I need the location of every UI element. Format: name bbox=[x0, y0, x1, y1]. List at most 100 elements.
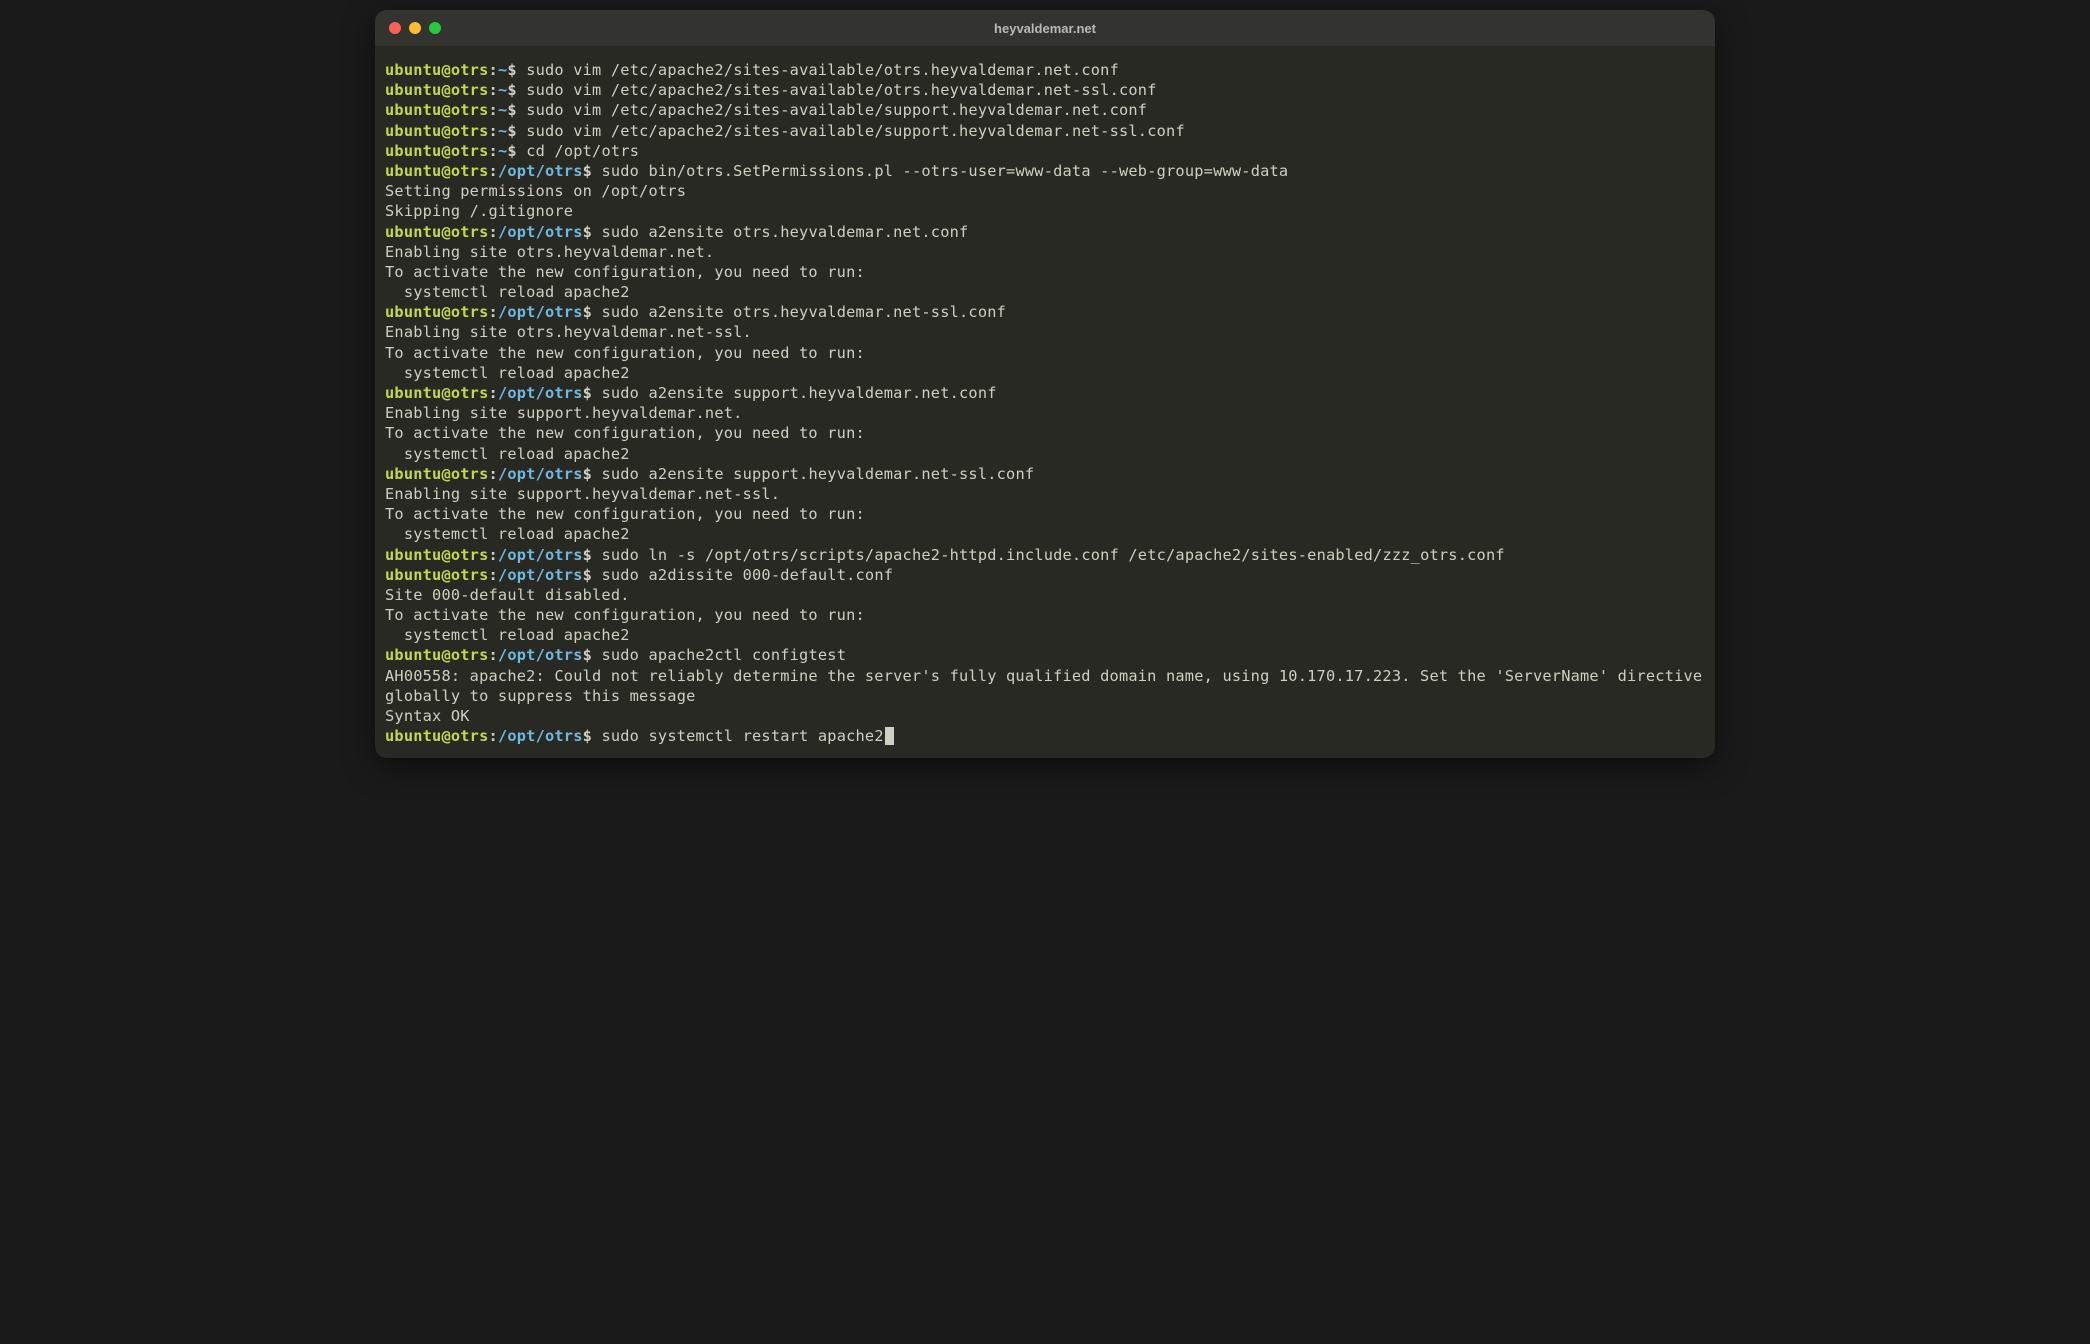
terminal-output-line: systemctl reload apache2 bbox=[385, 444, 1705, 464]
prompt-path: /opt/otrs bbox=[498, 303, 583, 321]
terminal-prompt-line: ubuntu@otrs:/opt/otrs$ sudo apache2ctl c… bbox=[385, 645, 1705, 665]
output-text: systemctl reload apache2 bbox=[385, 626, 630, 644]
prompt-path: /opt/otrs bbox=[498, 465, 583, 483]
terminal-prompt-line: ubuntu@otrs:/opt/otrs$ sudo bin/otrs.Set… bbox=[385, 161, 1705, 181]
command-text: sudo a2ensite otrs.heyvaldemar.net-ssl.c… bbox=[601, 303, 1006, 321]
terminal-window: heyvaldemar.net ubuntu@otrs:~$ sudo vim … bbox=[375, 10, 1715, 758]
titlebar: heyvaldemar.net bbox=[375, 10, 1715, 46]
output-text: To activate the new configuration, you n… bbox=[385, 424, 865, 442]
terminal-prompt-line: ubuntu@otrs:~$ sudo vim /etc/apache2/sit… bbox=[385, 121, 1705, 141]
prompt-symbol: $ bbox=[583, 223, 602, 241]
prompt-path: ~ bbox=[498, 61, 507, 79]
output-text: Site 000-default disabled. bbox=[385, 586, 630, 604]
terminal-output-line: Enabling site support.heyvaldemar.net. bbox=[385, 403, 1705, 423]
terminal-output-line: Syntax OK bbox=[385, 706, 1705, 726]
prompt-path: /opt/otrs bbox=[498, 727, 583, 745]
traffic-lights bbox=[389, 22, 441, 34]
terminal-prompt-line: ubuntu@otrs:~$ sudo vim /etc/apache2/sit… bbox=[385, 80, 1705, 100]
prompt-path: ~ bbox=[498, 81, 507, 99]
prompt-symbol: $ bbox=[583, 162, 602, 180]
command-text: sudo vim /etc/apache2/sites-available/ot… bbox=[526, 61, 1119, 79]
prompt-path: /opt/otrs bbox=[498, 384, 583, 402]
command-text: cd /opt/otrs bbox=[526, 142, 639, 160]
window-title: heyvaldemar.net bbox=[994, 21, 1096, 36]
prompt-user: ubuntu@otrs bbox=[385, 384, 489, 402]
output-text: systemctl reload apache2 bbox=[385, 525, 630, 543]
terminal-output[interactable]: ubuntu@otrs:~$ sudo vim /etc/apache2/sit… bbox=[375, 46, 1715, 758]
command-text: sudo a2dissite 000-default.conf bbox=[601, 566, 893, 584]
prompt-path: ~ bbox=[498, 101, 507, 119]
prompt-user: ubuntu@otrs bbox=[385, 223, 489, 241]
prompt-user: ubuntu@otrs bbox=[385, 61, 489, 79]
terminal-prompt-line: ubuntu@otrs:/opt/otrs$ sudo a2ensite otr… bbox=[385, 222, 1705, 242]
prompt-symbol: $ bbox=[583, 546, 602, 564]
command-text: sudo vim /etc/apache2/sites-available/su… bbox=[526, 101, 1147, 119]
prompt-symbol: $ bbox=[507, 101, 526, 119]
prompt-user: ubuntu@otrs bbox=[385, 142, 489, 160]
terminal-output-line: systemctl reload apache2 bbox=[385, 524, 1705, 544]
terminal-prompt-line: ubuntu@otrs:/opt/otrs$ sudo a2ensite sup… bbox=[385, 464, 1705, 484]
prompt-symbol: $ bbox=[583, 727, 602, 745]
output-text: systemctl reload apache2 bbox=[385, 445, 630, 463]
terminal-output-line: systemctl reload apache2 bbox=[385, 282, 1705, 302]
terminal-output-line: systemctl reload apache2 bbox=[385, 625, 1705, 645]
prompt-symbol: $ bbox=[583, 465, 602, 483]
prompt-symbol: $ bbox=[583, 384, 602, 402]
prompt-user: ubuntu@otrs bbox=[385, 303, 489, 321]
prompt-user: ubuntu@otrs bbox=[385, 566, 489, 584]
prompt-path: /opt/otrs bbox=[498, 546, 583, 564]
prompt-symbol: $ bbox=[507, 122, 526, 140]
prompt-user: ubuntu@otrs bbox=[385, 646, 489, 664]
prompt-user: ubuntu@otrs bbox=[385, 727, 489, 745]
prompt-symbol: $ bbox=[583, 646, 602, 664]
output-text: Enabling site otrs.heyvaldemar.net-ssl. bbox=[385, 323, 752, 341]
output-text: Skipping /.gitignore bbox=[385, 202, 573, 220]
terminal-output-line: Enabling site otrs.heyvaldemar.net-ssl. bbox=[385, 322, 1705, 342]
terminal-prompt-line: ubuntu@otrs:/opt/otrs$ sudo ln -s /opt/o… bbox=[385, 545, 1705, 565]
terminal-output-line: To activate the new configuration, you n… bbox=[385, 504, 1705, 524]
terminal-prompt-line: ubuntu@otrs:~$ sudo vim /etc/apache2/sit… bbox=[385, 60, 1705, 80]
output-text: Enabling site support.heyvaldemar.net-ss… bbox=[385, 485, 780, 503]
command-text: sudo bin/otrs.SetPermissions.pl --otrs-u… bbox=[601, 162, 1288, 180]
command-text: sudo a2ensite support.heyvaldemar.net.co… bbox=[601, 384, 996, 402]
prompt-symbol: $ bbox=[507, 61, 526, 79]
terminal-prompt-line: ubuntu@otrs:/opt/otrs$ sudo a2ensite sup… bbox=[385, 383, 1705, 403]
prompt-user: ubuntu@otrs bbox=[385, 81, 489, 99]
prompt-path: ~ bbox=[498, 122, 507, 140]
prompt-path: /opt/otrs bbox=[498, 162, 583, 180]
terminal-prompt-line: ubuntu@otrs:/opt/otrs$ sudo a2dissite 00… bbox=[385, 565, 1705, 585]
prompt-user: ubuntu@otrs bbox=[385, 122, 489, 140]
zoom-icon[interactable] bbox=[429, 22, 441, 34]
terminal-output-line: Enabling site otrs.heyvaldemar.net. bbox=[385, 242, 1705, 262]
output-text: Enabling site otrs.heyvaldemar.net. bbox=[385, 243, 714, 261]
cursor-icon bbox=[885, 727, 894, 745]
close-icon[interactable] bbox=[389, 22, 401, 34]
command-text: sudo a2ensite otrs.heyvaldemar.net.conf bbox=[601, 223, 968, 241]
terminal-output-line: To activate the new configuration, you n… bbox=[385, 423, 1705, 443]
prompt-user: ubuntu@otrs bbox=[385, 546, 489, 564]
prompt-path: /opt/otrs bbox=[498, 646, 583, 664]
prompt-path: /opt/otrs bbox=[498, 566, 583, 584]
output-text: Enabling site support.heyvaldemar.net. bbox=[385, 404, 743, 422]
terminal-output-line: To activate the new configuration, you n… bbox=[385, 605, 1705, 625]
terminal-prompt-line: ubuntu@otrs:~$ cd /opt/otrs bbox=[385, 141, 1705, 161]
command-text: sudo vim /etc/apache2/sites-available/su… bbox=[526, 122, 1185, 140]
command-text: sudo systemctl restart apache2 bbox=[601, 727, 883, 745]
prompt-symbol: $ bbox=[583, 566, 602, 584]
terminal-output-line: Enabling site support.heyvaldemar.net-ss… bbox=[385, 484, 1705, 504]
prompt-user: ubuntu@otrs bbox=[385, 162, 489, 180]
terminal-output-line: To activate the new configuration, you n… bbox=[385, 343, 1705, 363]
prompt-user: ubuntu@otrs bbox=[385, 101, 489, 119]
terminal-output-line: systemctl reload apache2 bbox=[385, 363, 1705, 383]
minimize-icon[interactable] bbox=[409, 22, 421, 34]
output-text: systemctl reload apache2 bbox=[385, 364, 630, 382]
terminal-output-line: Setting permissions on /opt/otrs bbox=[385, 181, 1705, 201]
prompt-path: /opt/otrs bbox=[498, 223, 583, 241]
terminal-output-line: AH00558: apache2: Could not reliably det… bbox=[385, 666, 1705, 706]
prompt-symbol: $ bbox=[507, 81, 526, 99]
output-text: To activate the new configuration, you n… bbox=[385, 505, 865, 523]
terminal-prompt-line: ubuntu@otrs:~$ sudo vim /etc/apache2/sit… bbox=[385, 100, 1705, 120]
prompt-path: ~ bbox=[498, 142, 507, 160]
terminal-output-line: Site 000-default disabled. bbox=[385, 585, 1705, 605]
prompt-symbol: $ bbox=[507, 142, 526, 160]
